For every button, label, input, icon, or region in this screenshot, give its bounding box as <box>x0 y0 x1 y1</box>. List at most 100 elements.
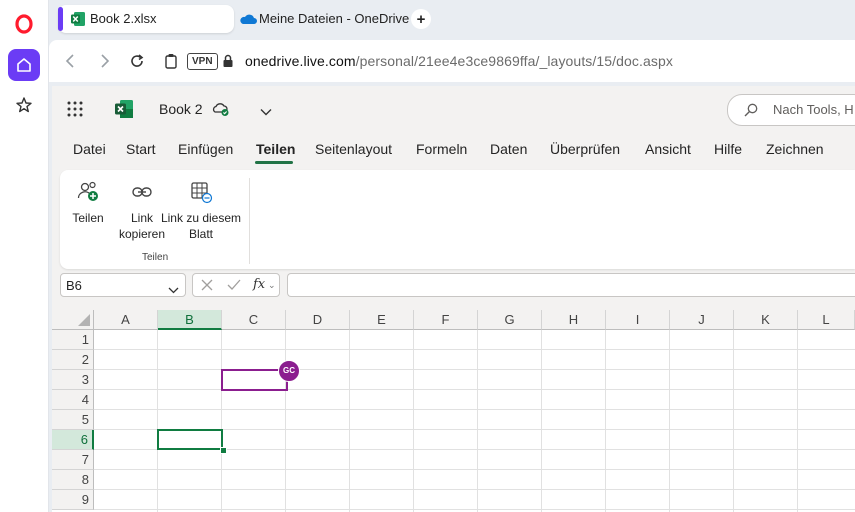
column-header[interactable]: A <box>94 310 158 330</box>
excel-icon <box>70 11 86 27</box>
active-tab-indicator <box>58 7 63 31</box>
link-to-sheet-label-1: Link zu diesem <box>160 211 242 225</box>
formula-input[interactable] <box>287 273 855 297</box>
selected-cell[interactable] <box>157 429 223 450</box>
back-icon[interactable] <box>61 52 79 70</box>
ribbon-group-divider <box>249 178 250 264</box>
fill-handle[interactable] <box>220 447 227 454</box>
address-bar: VPN onedrive.live.com/personal/21ee4e3ce… <box>49 40 855 82</box>
chevron-down-icon: ⌄ <box>265 281 276 291</box>
grid-line <box>669 330 670 512</box>
fx-label: fx <box>253 277 266 292</box>
tab-datei[interactable]: Datei <box>73 141 106 157</box>
grid-line <box>285 330 286 512</box>
column-header[interactable]: I <box>606 310 670 330</box>
grid-line <box>94 349 855 350</box>
tab-daten[interactable]: Daten <box>490 141 527 157</box>
row-header[interactable]: 6 <box>52 430 94 450</box>
spreadsheet-grid[interactable]: A B C D E F G H I J K L 1 2 3 4 5 6 7 8 … <box>52 310 855 512</box>
row-header[interactable]: 9 <box>52 490 94 510</box>
chevron-down-icon[interactable] <box>168 282 179 297</box>
ribbon-panel: Teilen Link kopieren Link zu diesem Blat… <box>60 170 855 269</box>
insert-function-button[interactable]: fx ⌄ <box>253 277 276 292</box>
grid-line <box>221 330 222 512</box>
row-header[interactable]: 8 <box>52 470 94 490</box>
collaborator-avatar[interactable]: GC <box>278 360 300 382</box>
grid-line <box>94 409 855 410</box>
row-header[interactable]: 3 <box>52 370 94 390</box>
tab-label: Meine Dateien - OneDrive <box>259 11 410 26</box>
search-input[interactable]: Nach Tools, H <box>727 94 855 126</box>
star-icon[interactable] <box>8 89 40 121</box>
app-launcher-icon[interactable] <box>66 100 84 118</box>
grid-line <box>413 330 414 512</box>
opera-logo-icon[interactable] <box>8 8 40 40</box>
cloud-saved-icon[interactable] <box>212 101 230 120</box>
vpn-badge[interactable]: VPN <box>187 53 218 70</box>
browser-sidebar <box>0 0 49 512</box>
column-header[interactable]: F <box>414 310 478 330</box>
tab-onedrive[interactable]: Meine Dateien - OneDrive <box>237 5 417 33</box>
sheet-link-icon <box>189 180 213 204</box>
tab-book2[interactable]: Book 2.xlsx <box>58 5 234 33</box>
column-header[interactable]: B <box>158 310 222 330</box>
row-header[interactable]: 2 <box>52 350 94 370</box>
share-button[interactable]: Teilen <box>64 180 112 226</box>
grid-line <box>605 330 606 512</box>
new-tab-button[interactable]: + <box>411 9 431 29</box>
tab-label: Book 2.xlsx <box>90 11 157 26</box>
add-person-icon <box>76 180 100 204</box>
tab-hilfe[interactable]: Hilfe <box>714 141 742 157</box>
confirm-icon[interactable] <box>227 279 241 294</box>
link-to-sheet-label-2: Blatt <box>188 227 213 241</box>
grid-line <box>157 330 158 512</box>
formula-actions: fx ⌄ <box>192 273 280 297</box>
column-header[interactable]: D <box>286 310 350 330</box>
reload-icon[interactable] <box>128 52 146 70</box>
home-icon[interactable] <box>8 49 40 81</box>
link-to-sheet-button[interactable]: Link zu diesem Blatt <box>158 180 244 242</box>
tab-ansicht[interactable]: Ansicht <box>645 141 691 157</box>
column-header[interactable]: K <box>734 310 798 330</box>
tab-seitenlayout[interactable]: Seitenlayout <box>315 141 392 157</box>
cancel-icon[interactable] <box>201 279 213 294</box>
column-header[interactable]: C <box>222 310 286 330</box>
name-box-value: B6 <box>66 278 82 293</box>
forward-icon[interactable] <box>96 52 114 70</box>
lock-icon[interactable] <box>219 52 237 70</box>
app-title-bar: Book 2 Nach Tools, H <box>52 86 855 132</box>
column-header[interactable]: E <box>350 310 414 330</box>
row-header[interactable]: 4 <box>52 390 94 410</box>
column-header[interactable]: L <box>798 310 855 330</box>
grid-line <box>94 469 855 470</box>
grid-line <box>477 330 478 512</box>
grid-line <box>349 330 350 512</box>
select-all-corner[interactable] <box>52 310 94 330</box>
row-header[interactable]: 7 <box>52 450 94 470</box>
chevron-down-icon[interactable] <box>260 104 272 119</box>
tab-start[interactable]: Start <box>126 141 156 157</box>
tab-ueberpruefen[interactable]: Überprüfen <box>550 141 620 157</box>
tab-zeichnen[interactable]: Zeichnen <box>766 141 824 157</box>
name-box[interactable]: B6 <box>60 273 186 297</box>
tab-einfuegen[interactable]: Einfügen <box>178 141 233 157</box>
column-header[interactable]: J <box>670 310 734 330</box>
search-placeholder: Nach Tools, H <box>773 102 854 117</box>
ribbon-tabs: Datei Start Einfügen Teilen Seitenlayout… <box>52 136 855 164</box>
grid-line <box>94 509 855 510</box>
url-field[interactable]: onedrive.live.com/personal/21ee4e3ce9869… <box>245 53 673 69</box>
share-button-label: Teilen <box>72 211 104 225</box>
grid-line <box>94 369 855 370</box>
tab-teilen[interactable]: Teilen <box>256 141 295 157</box>
search-icon <box>744 103 758 120</box>
column-header[interactable]: H <box>542 310 606 330</box>
tab-formeln[interactable]: Formeln <box>416 141 467 157</box>
document-name[interactable]: Book 2 <box>159 101 203 117</box>
row-header[interactable]: 1 <box>52 330 94 350</box>
row-header[interactable]: 5 <box>52 410 94 430</box>
column-header[interactable]: G <box>478 310 542 330</box>
clipboard-icon[interactable] <box>162 52 180 70</box>
active-tab-underline <box>255 161 293 164</box>
grid-line <box>94 389 855 390</box>
ribbon-group-label: Teilen <box>142 252 169 263</box>
